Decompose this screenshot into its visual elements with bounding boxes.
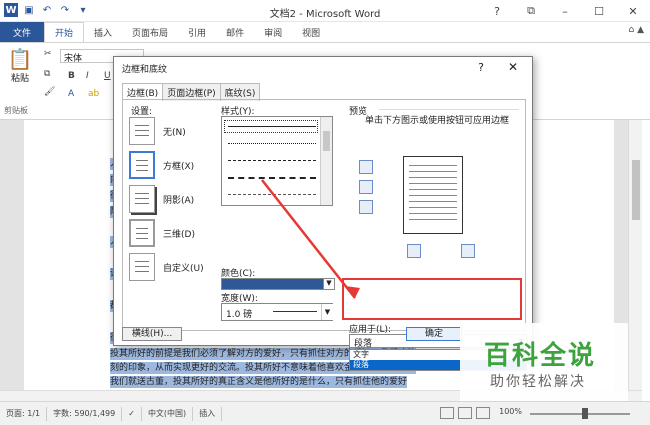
ribbon-display-icon[interactable]: ⧉: [514, 0, 548, 22]
dialog-title: 边框和底纹: [122, 65, 168, 75]
paste-button[interactable]: 📋 粘贴: [6, 47, 34, 84]
setting-shadow-icon: [129, 185, 155, 213]
setting-shadow[interactable]: 阴影(A): [129, 184, 209, 214]
view-buttons: [440, 407, 490, 419]
style-dotted[interactable]: [228, 143, 316, 144]
italic-button[interactable]: I: [86, 71, 89, 81]
style-dashed[interactable]: [228, 160, 316, 161]
zoom-slider-handle[interactable]: [582, 408, 588, 419]
highlight-icon[interactable]: ab: [88, 89, 99, 99]
setting-shadow-label: 阴影(A): [163, 195, 195, 206]
bottom-border-button[interactable]: [359, 200, 373, 214]
word-app: W ▣ ↶ ↷ ▾ 文档2 - Microsoft Word ? ⧉ – ☐ ✕…: [0, 0, 650, 425]
format-painter-icon[interactable]: 🖌: [44, 87, 55, 97]
help-icon[interactable]: ?: [480, 0, 514, 22]
clipboard-icon: 📋: [7, 47, 33, 71]
copy-icon[interactable]: ⧉: [44, 69, 50, 79]
setting-none[interactable]: 无(N): [129, 116, 209, 146]
setting-box-icon: [129, 151, 155, 179]
color-dropdown-icon[interactable]: ▼: [323, 278, 335, 290]
tab-mailings[interactable]: 邮件: [216, 22, 254, 42]
watermark-title: 百科全说: [484, 341, 597, 371]
color-field[interactable]: [221, 278, 333, 290]
ribbon-collapse-icon[interactable]: ⌂ ▲: [629, 25, 645, 35]
annotation-highlight-box: [342, 278, 522, 320]
proofing-icon[interactable]: ✓: [122, 406, 142, 421]
setting-3d-icon: [129, 219, 155, 247]
inside-horizontal-border-button[interactable]: [359, 180, 373, 194]
web-layout-view-icon[interactable]: [476, 407, 490, 419]
title-bar: W ▣ ↶ ↷ ▾ 文档2 - Microsoft Word ? ⧉ – ☐ ✕: [0, 0, 650, 22]
dialog-close-icon[interactable]: ✕: [508, 60, 518, 74]
preview-divider: [379, 109, 519, 110]
window-controls: ? ⧉ – ☐ ✕: [480, 0, 650, 22]
tab-file[interactable]: 文件: [0, 22, 44, 42]
ok-button[interactable]: 确定: [406, 327, 462, 341]
text-effects-icon[interactable]: A: [68, 89, 74, 99]
preview-hint: 单击下方图示或使用按钮可应用边框: [364, 116, 509, 126]
tab-review[interactable]: 审阅: [254, 22, 292, 42]
paste-label: 粘贴: [10, 74, 29, 84]
setting-custom-icon: [129, 253, 155, 281]
insert-mode[interactable]: 插入: [193, 406, 223, 421]
tab-view[interactable]: 视图: [292, 22, 330, 42]
watermark: 百科全说 助你轻松解决: [460, 323, 628, 401]
close-icon[interactable]: ✕: [616, 0, 650, 22]
right-border-button[interactable]: [461, 244, 475, 258]
zoom-level[interactable]: 100%: [499, 407, 522, 416]
underline-button[interactable]: U: [104, 71, 111, 81]
vertical-scrollbar[interactable]: [628, 120, 642, 390]
watermark-subtitle: 助你轻松解决: [490, 374, 586, 390]
language-indicator[interactable]: 中文(中国): [142, 406, 194, 421]
tab-home[interactable]: 开始: [44, 22, 85, 42]
ribbon-tabs: 文件 开始 插入 页面布局 引用 邮件 审阅 视图 ⌂ ▲: [0, 22, 650, 42]
clipboard-group-label: 剪贴板: [4, 106, 28, 115]
width-sample-line: [273, 311, 317, 312]
style-list[interactable]: [221, 116, 333, 206]
style-list-scrollbar[interactable]: [320, 117, 332, 205]
tab-references[interactable]: 引用: [178, 22, 216, 42]
setting-custom[interactable]: 自定义(U): [129, 252, 209, 282]
dialog-help-icon[interactable]: ?: [478, 61, 484, 74]
width-dropdown-icon[interactable]: ▼: [321, 304, 333, 320]
bold-button[interactable]: B: [68, 71, 75, 81]
page-count[interactable]: 页面: 1/1: [0, 406, 48, 421]
style-long-dash[interactable]: [228, 177, 316, 179]
word-count[interactable]: 字数: 590/1,499: [47, 406, 123, 421]
style-dash-dot[interactable]: [228, 194, 316, 195]
setting-box[interactable]: 方框(X): [129, 150, 209, 180]
setting-3d[interactable]: 三维(D): [129, 218, 209, 248]
maximize-icon[interactable]: ☐: [582, 0, 616, 22]
doc-line: 我们就送古董，投其所好的真正含义是他所好的是什么，只有抓住他的爱好: [110, 376, 408, 388]
preview-page[interactable]: [403, 156, 463, 234]
print-layout-view-icon[interactable]: [440, 407, 454, 419]
horizontal-line-button[interactable]: 横线(H)...: [122, 327, 182, 341]
setting-none-label: 无(N): [163, 127, 186, 138]
setting-none-icon: [129, 117, 155, 145]
zoom-slider[interactable]: [530, 413, 630, 415]
tab-insert[interactable]: 插入: [84, 22, 122, 42]
setting-custom-label: 自定义(U): [163, 263, 204, 274]
setting-3d-label: 三维(D): [163, 229, 195, 240]
top-border-button[interactable]: [359, 160, 373, 174]
cut-icon[interactable]: ✂: [44, 49, 52, 59]
setting-box-label: 方框(X): [163, 161, 195, 172]
minimize-icon[interactable]: –: [548, 0, 582, 22]
status-bar: 页面: 1/1 字数: 590/1,499 ✓ 中文(中国) 插入 100%: [0, 401, 650, 425]
tab-page-layout[interactable]: 页面布局: [122, 22, 178, 42]
width-field[interactable]: 1.0 磅: [221, 303, 333, 321]
scroll-thumb[interactable]: [632, 160, 640, 220]
full-screen-view-icon[interactable]: [458, 407, 472, 419]
style-solid[interactable]: [228, 126, 316, 127]
left-border-button[interactable]: [407, 244, 421, 258]
